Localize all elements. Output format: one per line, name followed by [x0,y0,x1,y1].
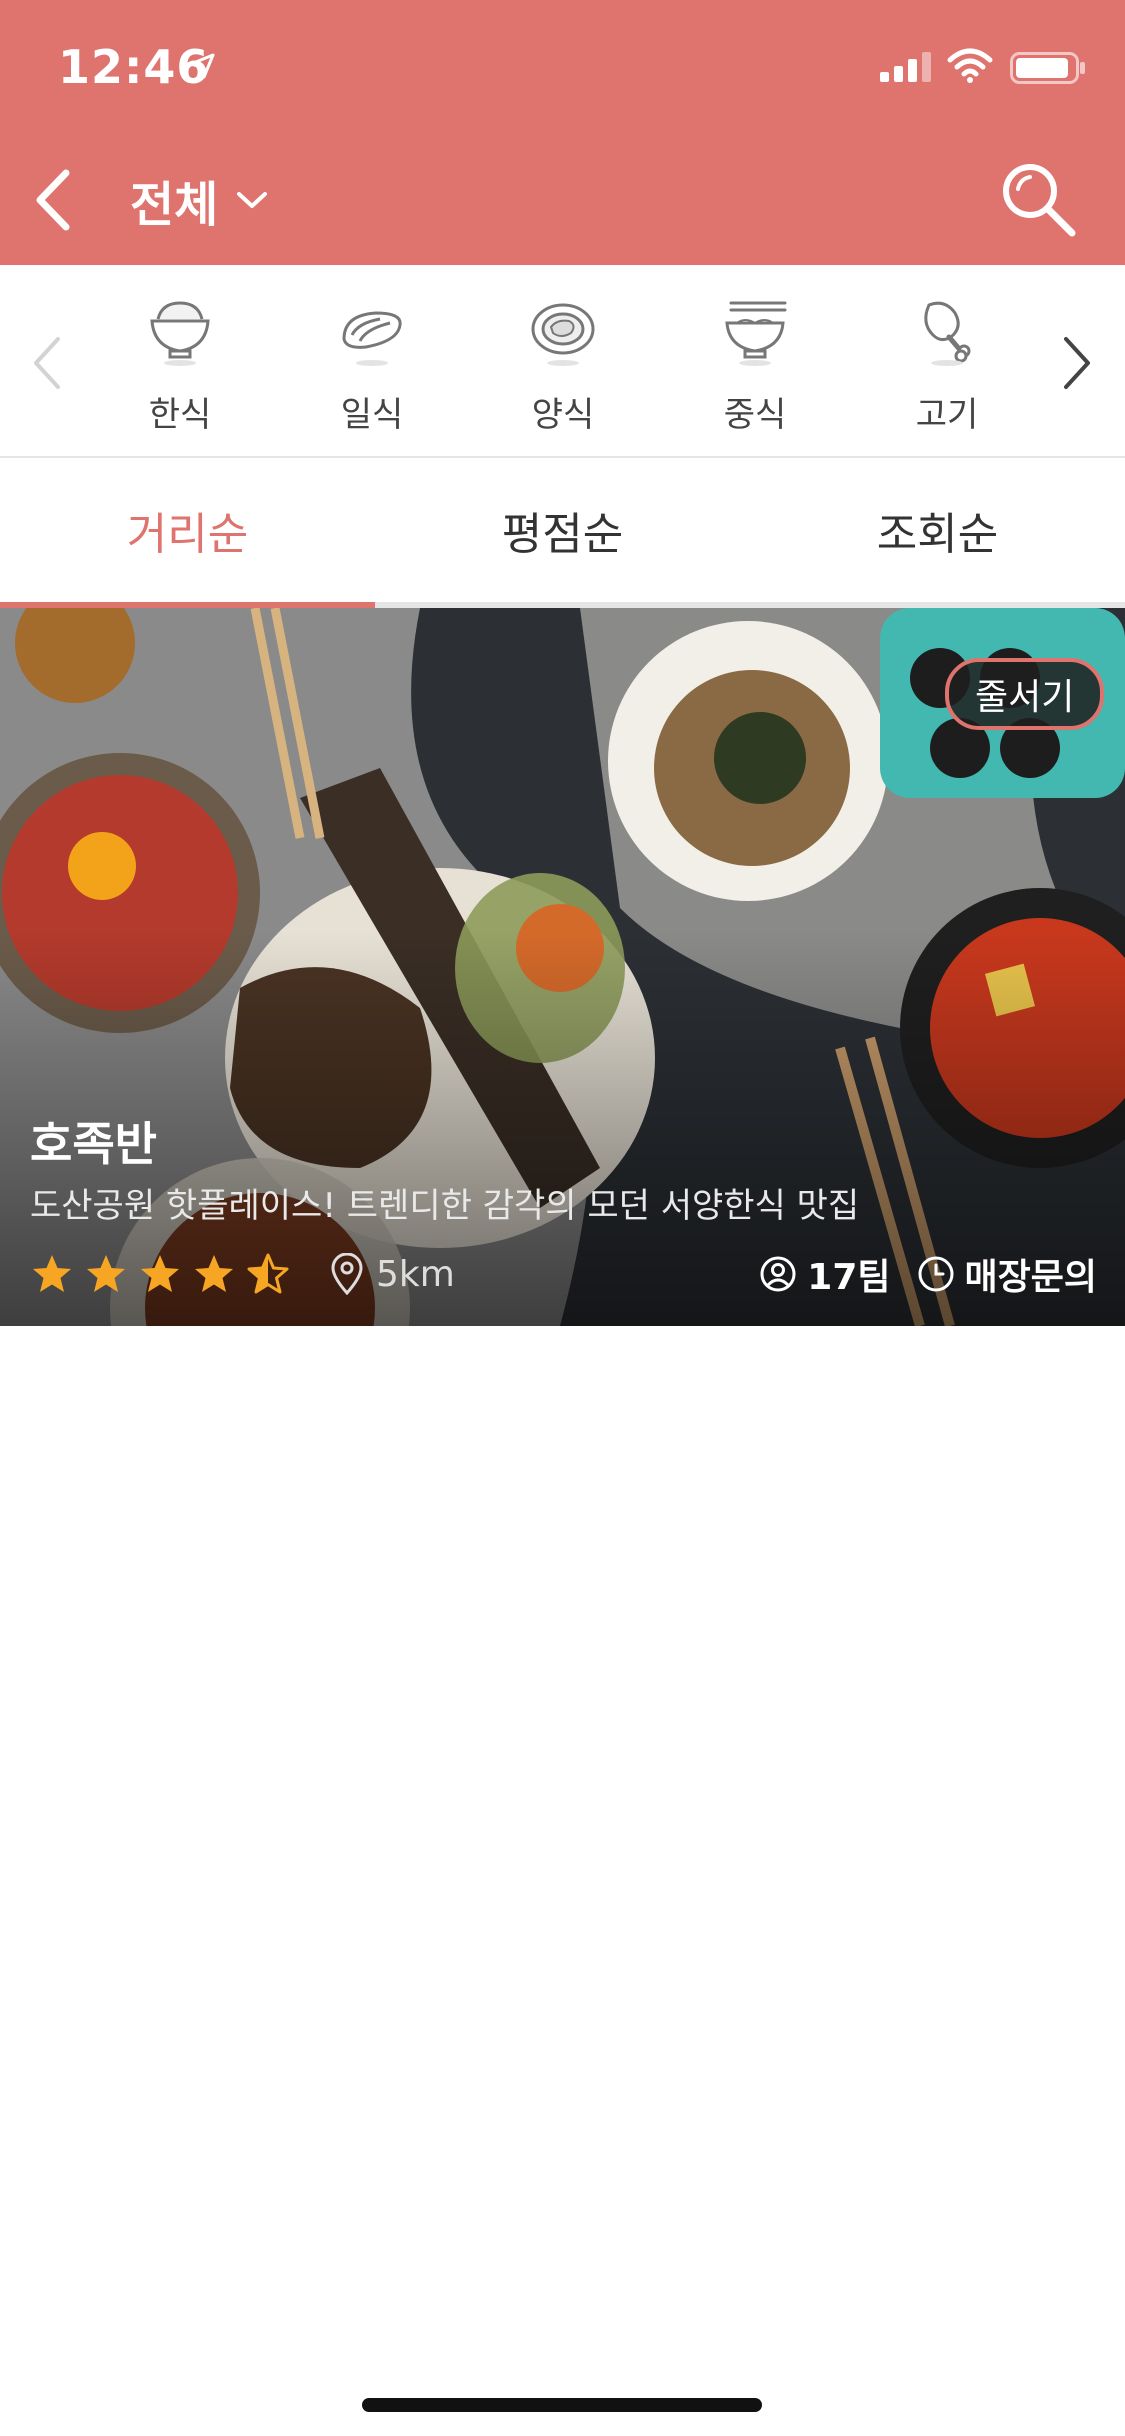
nav-bar: 전체 [0,135,1125,265]
star-full-icon [195,1255,233,1292]
star-full-icon [87,1255,125,1292]
category-label: 중식 [723,395,787,435]
category-korean[interactable]: 한식 [115,295,245,445]
waiting-teams-count: 17팀 [807,1257,891,1298]
category-label: 고기 [915,395,979,435]
tab-distance[interactable]: 거리순 [0,458,375,602]
store-inquiry[interactable]: 매장문의 [917,1248,1097,1300]
header: 12:46 전체 [0,0,1125,265]
user-circle-icon [760,1256,796,1292]
chevron-down-icon [237,192,268,208]
waiting-teams: 17팀 [759,1248,891,1300]
steak-plate-icon [531,303,595,366]
queue-badge[interactable]: 줄서기 [945,658,1105,730]
distance: 5km [330,1253,455,1295]
region-selector[interactable]: 전체 [130,165,270,235]
restaurant-name: 호족반 [30,1117,157,1171]
chevron-left-icon[interactable] [30,335,66,391]
category-label: 일식 [340,395,404,435]
category-western[interactable]: 양식 [498,295,628,445]
location-arrow-icon [189,53,215,79]
clock-icon [918,1256,954,1292]
store-inquiry-label: 매장문의 [964,1257,1097,1298]
category-label: 한식 [148,395,212,435]
category-japanese[interactable]: 일식 [307,295,437,445]
status-bar: 12:46 [0,0,1125,135]
restaurant-card[interactable]: 줄서기 호족반 도산공원 핫플레이스! 트렌디한 감각의 모던 서양한식 맛집 … [0,608,1125,1326]
sort-tabs: 거리순 평점순 조회순 [0,458,1125,608]
search-icon[interactable] [996,157,1080,241]
battery-icon [1010,52,1085,84]
page-title: 전체 [130,177,219,233]
chevron-right-icon[interactable] [1058,335,1094,391]
status-time: 12:46 [58,40,210,94]
wifi-icon [947,48,993,83]
star-rating [30,1252,290,1296]
restaurant-description: 도산공원 핫플레이스! 트렌디한 감각의 모던 서양한식 맛집 [30,1186,860,1226]
back-icon[interactable] [28,165,78,235]
cellular-signal-icon [880,52,931,82]
sushi-icon [342,311,402,366]
noodle-bowl-icon [725,301,787,366]
category-label: 양식 [531,395,595,435]
location-pin-icon [331,1253,363,1295]
star-full-icon [33,1255,71,1292]
distance-value: 5km [376,1253,455,1295]
category-meat[interactable]: 고기 [882,295,1012,445]
home-indicator[interactable] [362,2398,762,2412]
tab-views[interactable]: 조회순 [750,458,1125,602]
waiting-info: 17팀 매장문의 [759,1246,1097,1302]
star-half-icon [247,1253,289,1294]
drumstick-icon [924,301,971,366]
star-full-icon [141,1255,179,1292]
rating-distance-row: 5km [30,1246,455,1302]
rice-bowl-icon [150,301,210,366]
category-bar: 한식 일식 양식 중식 고기 [0,265,1125,458]
tab-rating[interactable]: 평점순 [375,458,750,602]
category-chinese[interactable]: 중식 [690,295,820,445]
